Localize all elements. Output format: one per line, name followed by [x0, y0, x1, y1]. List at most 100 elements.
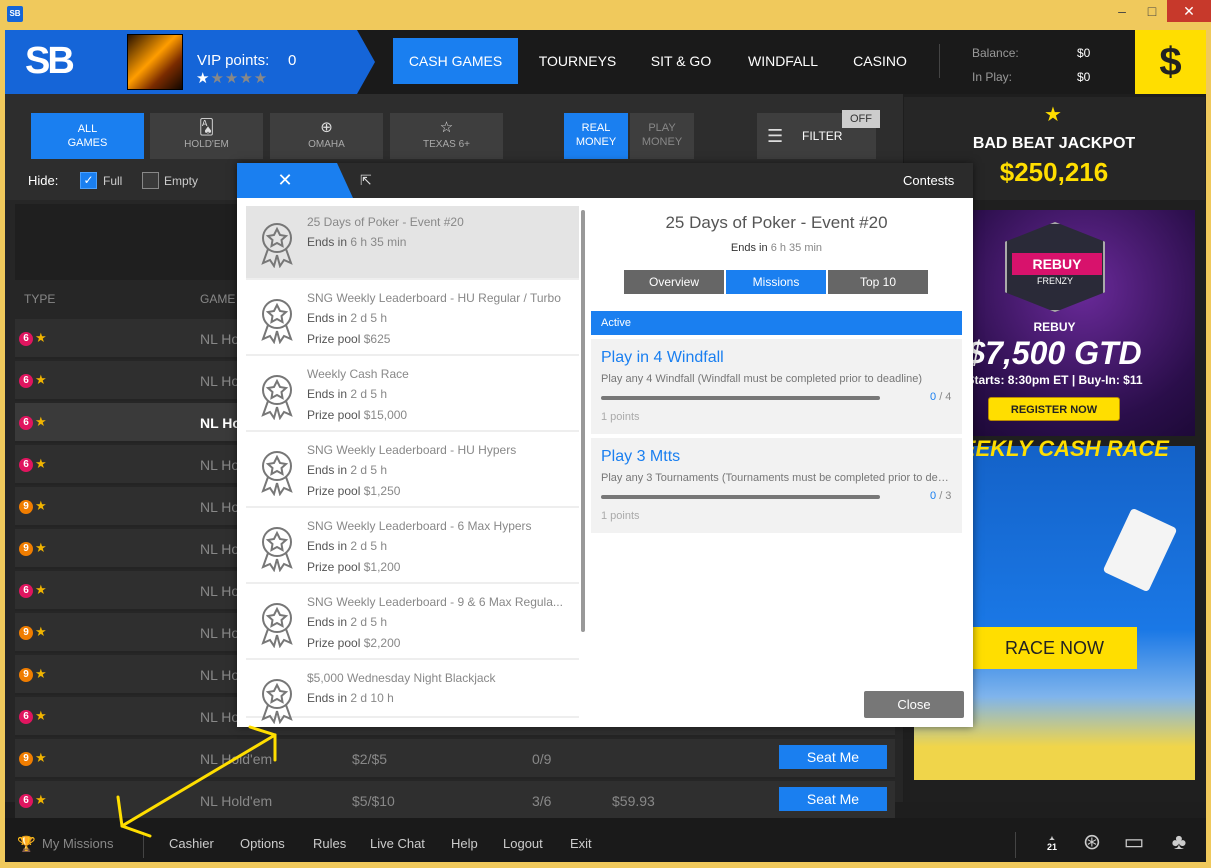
nav-sit-go[interactable]: SIT & GO [640, 38, 722, 84]
favorite-star-icon[interactable]: ★ [35, 456, 47, 472]
table-row[interactable]: 6 ★ NL Hold'em $5/$10 3/6 $59.93 Seat Me [15, 781, 895, 821]
window-close-button[interactable]: ✕ [1167, 0, 1211, 22]
hide-empty-checkbox[interactable] [142, 172, 159, 189]
seat-me-button[interactable]: Seat Me [779, 787, 887, 811]
favorite-star-icon[interactable]: ★ [35, 540, 47, 556]
game-filter-omaha[interactable]: ⊕ OMAHA [270, 113, 383, 159]
game-filter-holdem[interactable]: 🂡 HOLD'EM [150, 113, 263, 159]
vip-points-label: VIP points: [197, 52, 270, 69]
cashier-dollar-button[interactable]: $ [1135, 30, 1206, 94]
footer-help[interactable]: Help [451, 836, 478, 851]
nav-tourneys[interactable]: TOURNEYS [531, 38, 624, 84]
holdem-label: HOLD'EM [184, 139, 229, 150]
prize-label: Prize pool [307, 484, 361, 498]
favorite-star-icon[interactable]: ★ [35, 666, 47, 682]
hide-full-checkbox[interactable]: ✓ [80, 172, 97, 189]
table-row[interactable]: 9 ★ NL Hold'em $2/$5 0/9 Seat Me [15, 739, 895, 779]
row-seats: 3/6 [532, 793, 552, 809]
mission-progress: 0 / 4 [930, 391, 951, 403]
favorite-star-icon[interactable]: ★ [35, 624, 47, 640]
favorite-star-icon[interactable]: ★ [35, 750, 47, 766]
register-now-button[interactable]: REGISTER NOW [988, 397, 1120, 421]
modal-close-x-button[interactable]: ✕ [237, 163, 353, 198]
contest-ends: Ends in 6 h 35 min [307, 235, 406, 249]
modal-close-button[interactable]: Close [864, 691, 964, 718]
contest-ends: Ends in 2 d 5 h [307, 615, 387, 629]
ends-label: Ends in [307, 539, 348, 553]
footer-my-missions[interactable]: My Missions [42, 836, 114, 851]
mission-progress-bar [601, 495, 880, 499]
mission-card: Play in 4 Windfall Play any 4 Windfall (… [591, 339, 962, 434]
rebuy-logo-bottom: FRENZY [1037, 276, 1073, 286]
footer-logout[interactable]: Logout [503, 836, 543, 851]
footer-divider-right [1015, 832, 1016, 858]
favorite-star-icon[interactable]: ★ [35, 792, 47, 808]
seat-me-button[interactable]: Seat Me [779, 745, 887, 769]
contest-name: SNG Weekly Leaderboard - HU Hypers [307, 443, 517, 457]
footer-cashier[interactable]: Cashier [169, 836, 214, 851]
game-filter-texas6[interactable]: ☆ TEXAS 6+ [390, 113, 503, 159]
tab-top10[interactable]: Top 10 [828, 270, 928, 294]
row-game-name: NL Ho [200, 415, 241, 431]
balance-value: $0 [1077, 46, 1091, 60]
ribbon-award-icon [256, 600, 298, 649]
tab-missions[interactable]: Missions [726, 270, 826, 294]
mission-name: Play in 4 Windfall [601, 349, 724, 366]
contest-name: SNG Weekly Leaderboard - 6 Max Hypers [307, 519, 532, 533]
game-filter-all[interactable]: ALL GAMES [31, 113, 144, 159]
row-game-name: NL Ho [200, 373, 240, 389]
favorite-star-icon[interactable]: ★ [35, 582, 47, 598]
nav-divider [939, 44, 940, 78]
real-money-toggle[interactable]: REAL MONEY [564, 113, 628, 159]
filter-state-badge: OFF [842, 110, 880, 128]
hide-empty-label[interactable]: Empty [164, 174, 198, 188]
contest-list-item[interactable]: SNG Weekly Leaderboard - HU Regular / Tu… [246, 282, 579, 356]
footer-rules[interactable]: Rules [313, 836, 346, 851]
hide-full-label[interactable]: Full [103, 174, 122, 188]
nav-cash-games[interactable]: CASH GAMES [393, 38, 518, 84]
footer-options[interactable]: Options [240, 836, 285, 851]
seat-count-badge: 6 [19, 332, 33, 346]
contest-prize: Prize pool $1,200 [307, 560, 400, 574]
detail-ends-value: 6 h 35 min [770, 242, 823, 254]
cherries-icon[interactable]: ♣ [1165, 828, 1193, 856]
favorite-star-icon[interactable]: ★ [35, 708, 47, 724]
contest-list-item[interactable]: SNG Weekly Leaderboard - 6 Max Hypers En… [246, 510, 579, 584]
nav-casino[interactable]: CASINO [845, 38, 915, 84]
play-money-toggle[interactable]: PLAY MONEY [630, 113, 694, 159]
contest-list-item[interactable]: 25 Days of Poker - Event #20 Ends in 6 h… [246, 206, 579, 280]
minimize-button[interactable]: – [1107, 0, 1137, 22]
contest-list-item[interactable]: $5,000 Wednesday Night Blackjack Ends in… [246, 662, 579, 725]
footer-live-chat[interactable]: Live Chat [370, 836, 425, 851]
col-header-game[interactable]: GAME [200, 292, 235, 306]
maximize-button[interactable]: □ [1137, 0, 1167, 22]
seat-count-badge: 6 [19, 584, 33, 598]
col-header-type[interactable]: TYPE [24, 292, 55, 306]
footer-exit[interactable]: Exit [570, 836, 592, 851]
play-line2: MONEY [641, 136, 683, 148]
vip-points-value: 0 [288, 52, 297, 69]
contest-list-item[interactable]: SNG Weekly Leaderboard - HU Hypers Ends … [246, 434, 579, 508]
roulette-icon[interactable]: ⊛ [1078, 828, 1106, 856]
ribbon-award-icon [256, 220, 298, 269]
tab-overview[interactable]: Overview [624, 270, 724, 294]
race-now-button[interactable]: RACE NOW [972, 627, 1137, 669]
avatar[interactable] [127, 34, 183, 90]
share-icon[interactable]: ⇱ [360, 172, 372, 189]
favorite-star-icon[interactable]: ★ [35, 330, 47, 346]
rebuy-logo-top: REBUY [1012, 253, 1102, 275]
window-titlebar [0, 0, 1211, 28]
nav-windfall[interactable]: WINDFALL [740, 38, 826, 84]
texas6-label: TEXAS 6+ [423, 139, 470, 150]
contest-list-scrollbar[interactable] [581, 210, 585, 632]
chip-icon: ⊕ [320, 119, 333, 136]
contest-list-item[interactable]: SNG Weekly Leaderboard - 9 & 6 Max Regul… [246, 586, 579, 660]
favorite-star-icon[interactable]: ★ [35, 372, 47, 388]
slot-machine-icon[interactable]: ▭ [1120, 828, 1148, 856]
ribbon-award-icon [256, 372, 298, 421]
row-game-name: NL Ho [200, 583, 240, 599]
blackjack-badge: 21 [1043, 840, 1061, 854]
contest-list-item[interactable]: Weekly Cash Race Ends in 2 d 5 h Prize po… [246, 358, 579, 432]
favorite-star-icon[interactable]: ★ [35, 414, 47, 430]
favorite-star-icon[interactable]: ★ [35, 498, 47, 514]
